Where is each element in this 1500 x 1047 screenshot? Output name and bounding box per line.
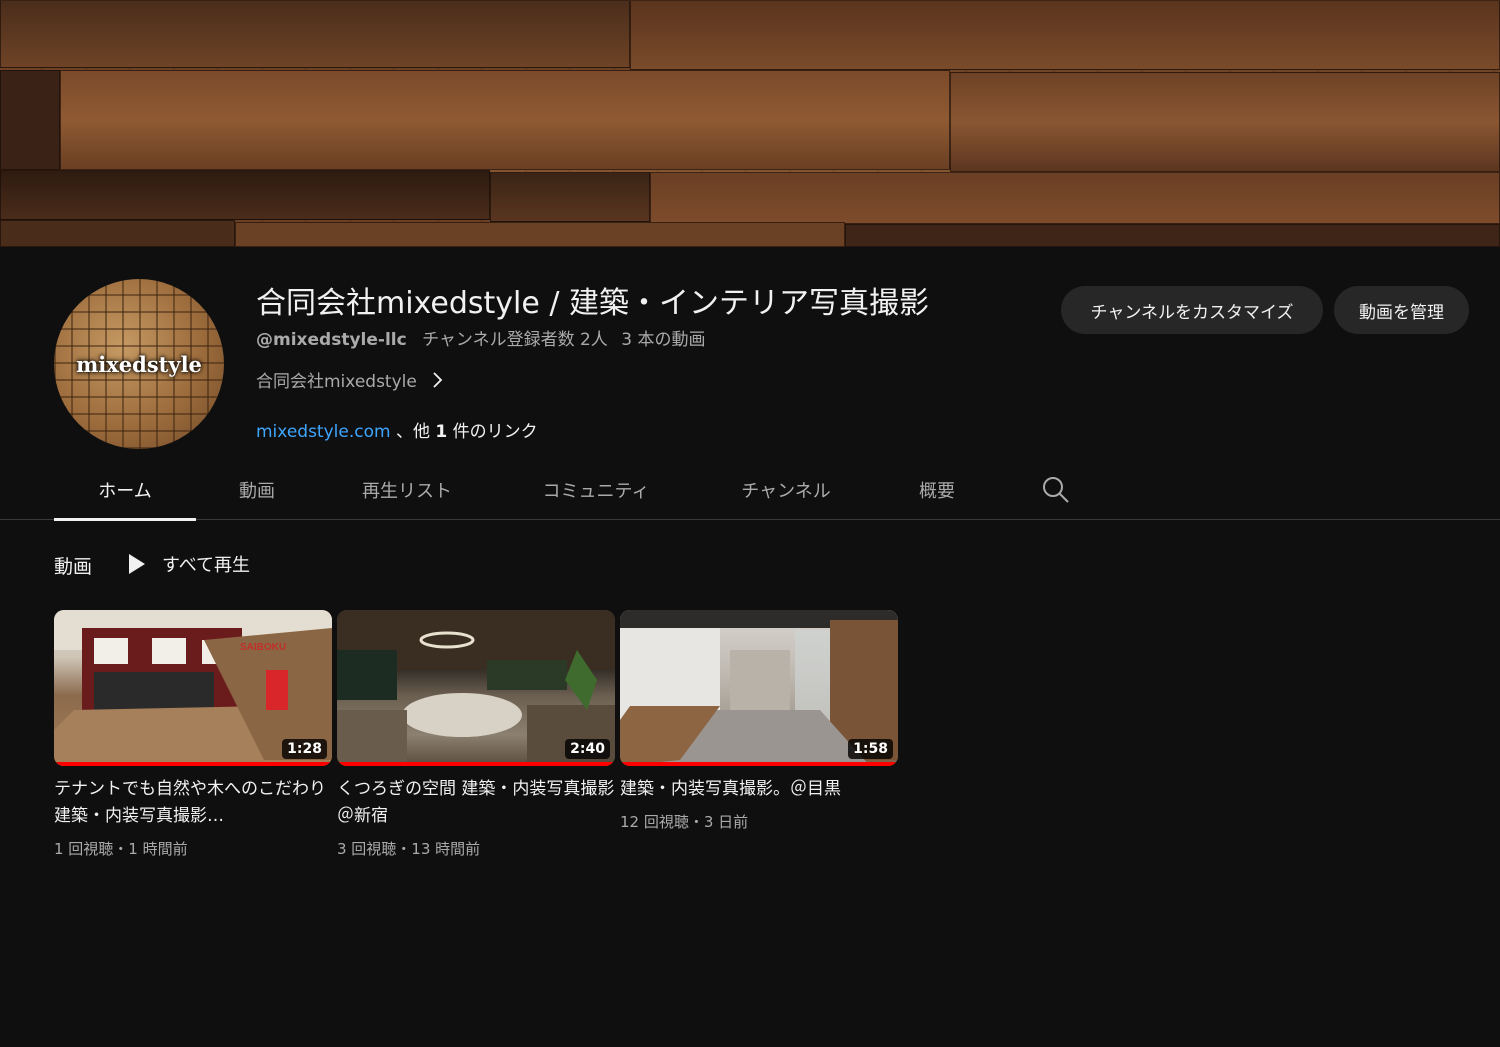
video-thumbnail[interactable]: SAIBOKU 1:28 xyxy=(54,610,332,766)
channel-description[interactable]: 合同会社mixedstyle xyxy=(256,367,445,392)
subscriber-count: チャンネル登録者数 2人 xyxy=(422,330,608,350)
channel-title: 合同会社mixedstyle / 建築・インテリア写真撮影 xyxy=(256,286,930,321)
channel-banner xyxy=(0,0,1500,247)
video-meta: 3 回視聴・13 時間前 xyxy=(337,840,481,858)
channel-handle: @mixedstyle-llc xyxy=(256,330,407,350)
video-meta: 1 回視聴・1 時間前 xyxy=(54,840,188,858)
search-icon[interactable] xyxy=(1040,474,1072,506)
manage-videos-button[interactable]: 動画を管理 xyxy=(1334,286,1469,334)
video-card[interactable]: SAIBOKU 1:28 テナントでも自然や木へのこだわり 建築・内装写真撮影…… xyxy=(54,610,332,859)
video-card[interactable]: 2:40 くつろぎの空間 建築・内装写真撮影＠新宿 3 回視聴・13 時間前 xyxy=(337,610,615,859)
avatar-logo-text: mixedstyle xyxy=(76,351,202,377)
tab-home[interactable]: ホーム xyxy=(54,460,196,521)
video-count: 3 本の動画 xyxy=(621,330,706,350)
video-thumbnail[interactable]: 2:40 xyxy=(337,610,615,766)
video-thumbnail[interactable]: 1:58 xyxy=(620,610,898,766)
play-all-button[interactable]: すべて再生 xyxy=(128,548,250,580)
channel-tabs: ホーム 動画 再生リスト コミュニティ チャンネル 概要 xyxy=(0,460,1500,521)
link-suffix-post[interactable]: 件のリンク xyxy=(447,422,538,442)
video-title[interactable]: 建築・内装写真撮影。＠目黒 xyxy=(620,776,898,803)
video-duration: 1:28 xyxy=(282,739,327,759)
link-suffix-pre: 、他 xyxy=(395,422,436,442)
tab-community[interactable]: コミュニティ xyxy=(520,460,672,519)
channel-link[interactable]: mixedstyle.com xyxy=(256,422,391,442)
video-title[interactable]: くつろぎの空間 建築・内装写真撮影＠新宿 xyxy=(337,776,615,830)
watch-progress-bar xyxy=(54,762,332,766)
customize-channel-button[interactable]: チャンネルをカスタマイズ xyxy=(1061,286,1323,334)
video-title[interactable]: テナントでも自然や木へのこだわり 建築・内装写真撮影… xyxy=(54,776,332,830)
channel-meta: @mixedstyle-llc チャンネル登録者数 2人 3 本の動画 xyxy=(256,325,705,350)
play-all-label: すべて再生 xyxy=(162,555,251,576)
video-card[interactable]: 1:58 建築・内装写真撮影。＠目黒 12 回視聴・3 日前 xyxy=(620,610,898,832)
chevron-right-icon xyxy=(433,371,443,388)
tab-playlists[interactable]: 再生リスト xyxy=(340,460,474,519)
tab-about[interactable]: 概要 xyxy=(900,460,974,519)
tab-videos[interactable]: 動画 xyxy=(210,460,304,519)
link-count[interactable]: 1 xyxy=(435,422,447,442)
channel-links: mixedstyle.com 、他 1 件のリンク xyxy=(256,417,538,442)
video-duration: 1:58 xyxy=(848,739,893,759)
video-meta: 12 回視聴・3 日前 xyxy=(620,813,749,831)
section-title: 動画 xyxy=(54,556,93,578)
watch-progress-bar xyxy=(337,762,615,766)
svg-text:SAIBOKU: SAIBOKU xyxy=(240,642,286,653)
tab-channels[interactable]: チャンネル xyxy=(720,460,852,519)
description-text: 合同会社mixedstyle xyxy=(256,372,417,392)
channel-avatar[interactable]: mixedstyle xyxy=(54,279,224,449)
video-duration: 2:40 xyxy=(565,739,610,759)
play-icon xyxy=(129,554,145,574)
watch-progress-bar xyxy=(620,762,898,766)
